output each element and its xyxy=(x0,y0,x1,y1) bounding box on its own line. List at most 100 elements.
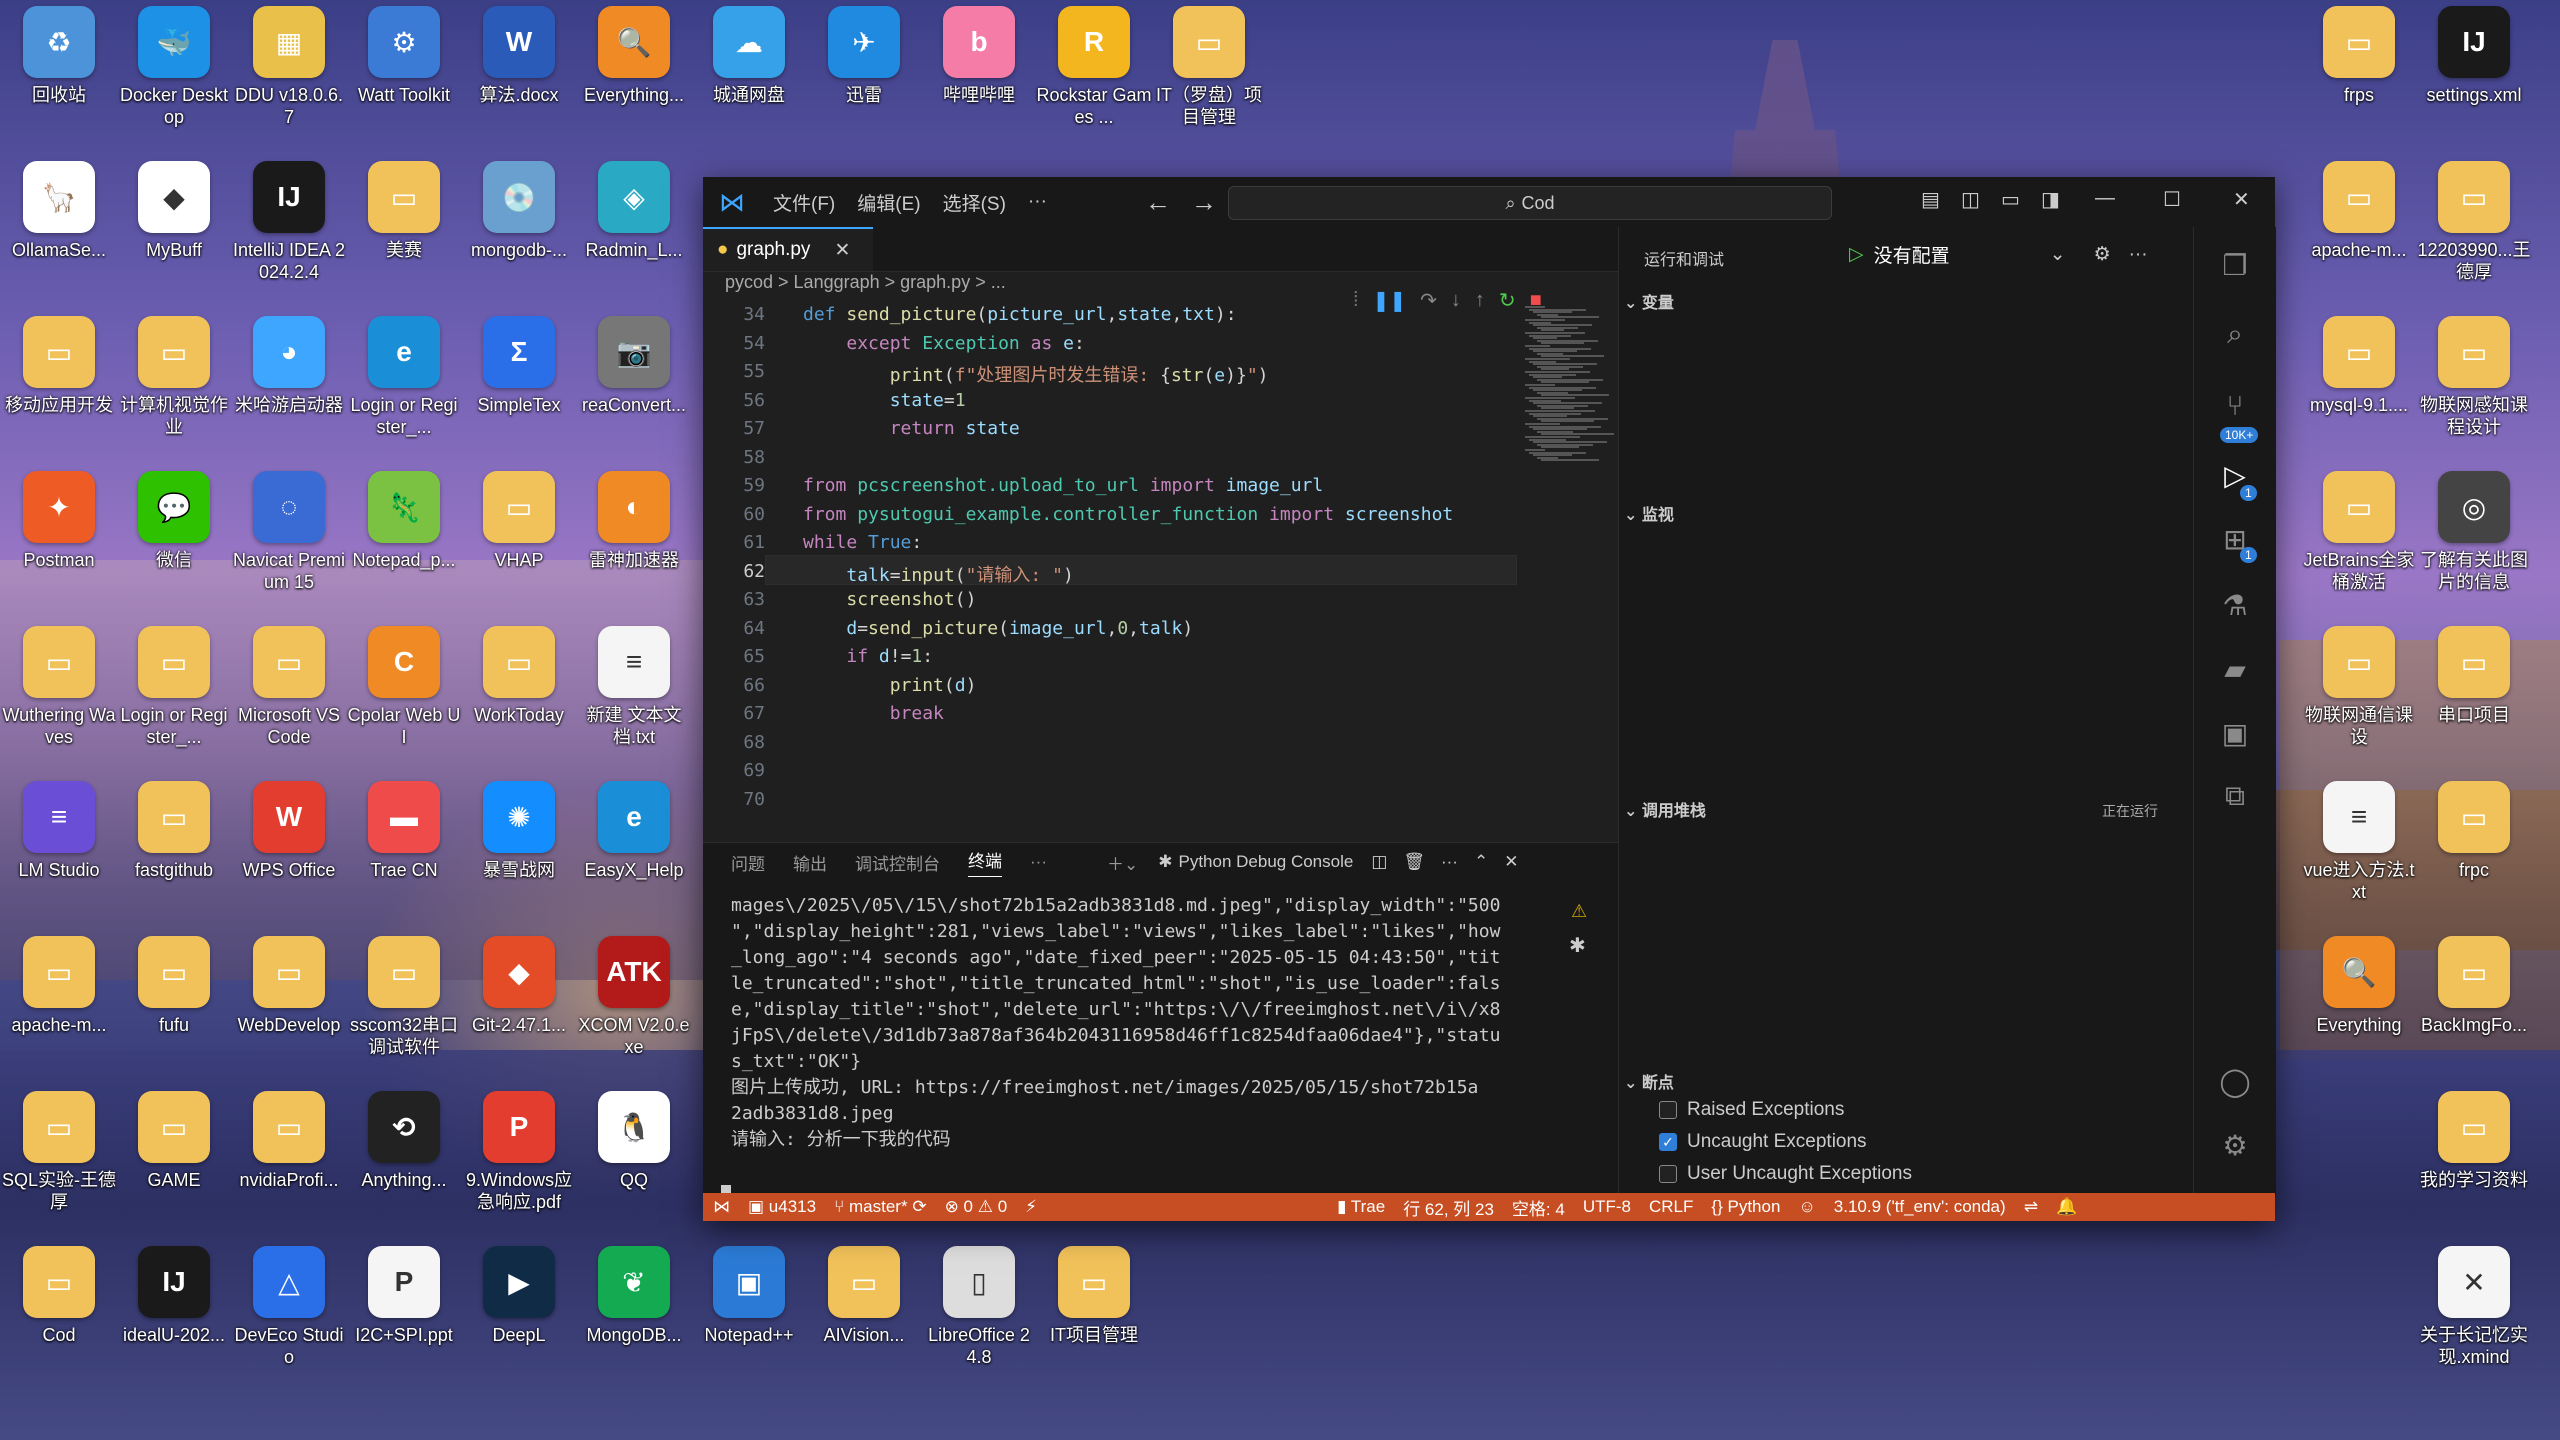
minimap[interactable] xyxy=(1521,302,1616,822)
status-problems[interactable]: ⊗ 0 ⚠ 0 xyxy=(945,1197,1008,1217)
breadcrumb[interactable]: pycod > Langgraph > graph.py > ... xyxy=(703,272,1618,300)
terminal-name[interactable]: Python Debug Console xyxy=(1178,852,1353,872)
desktop-icon[interactable]: ▭ apache-m... xyxy=(4,936,114,1086)
desktop-icon[interactable]: ▭ 物联网感知课程设计 xyxy=(2419,316,2529,466)
desktop-icon[interactable]: R Rockstar Games ... xyxy=(1036,6,1152,156)
code-line[interactable]: while True: xyxy=(803,532,922,553)
minimize-button[interactable]: — xyxy=(2095,187,2115,210)
warning-icon[interactable]: ⚠ xyxy=(1571,901,1587,922)
desktop-icon[interactable]: e EasyX_Help xyxy=(579,781,689,931)
code-line[interactable]: from pysutogui_example.controller_functi… xyxy=(803,504,1453,525)
code-line[interactable]: break xyxy=(803,703,944,724)
desktop-icon[interactable]: b 哔哩哔哩 xyxy=(924,6,1034,156)
desktop-icon[interactable]: ▭ nvidiaProfi... xyxy=(234,1091,344,1241)
debug-session-icon[interactable]: ✱ xyxy=(1569,933,1586,958)
code-line[interactable]: screenshot() xyxy=(803,589,976,610)
toggle-sidebar-icon[interactable]: ◫ xyxy=(1961,187,1980,212)
desktop-icon[interactable]: ≡ 新建 文本文档.txt xyxy=(579,626,689,776)
status-indent[interactable]: 空格: 4 xyxy=(1512,1195,1565,1220)
code-line[interactable]: state=1 xyxy=(803,390,966,411)
checkbox-checked[interactable]: ✓ xyxy=(1659,1133,1677,1151)
menu-selection[interactable]: 选择(S) xyxy=(935,185,1014,220)
desktop-icon[interactable]: ▭ fufu xyxy=(119,936,229,1086)
chevron-down-icon[interactable]: ⌄ xyxy=(2050,243,2066,266)
desktop-icon[interactable]: ▭ AIVision... xyxy=(809,1246,919,1396)
desktop-icon[interactable]: ❦ MongoDB... xyxy=(579,1246,689,1396)
desktop-icon[interactable]: C Cpolar Web UI xyxy=(348,626,460,776)
close-window-button[interactable]: ✕ xyxy=(2233,187,2250,212)
layout-customize-icon[interactable]: ▤ xyxy=(1921,187,1940,212)
debug-config-selector[interactable]: ▷ 没有配置 ⌄ ⚙ ··· xyxy=(1849,241,2148,268)
status-user[interactable]: ▣ u4313 xyxy=(748,1197,816,1217)
desktop-icon[interactable]: ◐ 雷神加速器 xyxy=(579,471,689,621)
more-actions-icon[interactable]: ··· xyxy=(1441,852,1458,872)
desktop-icon[interactable]: ☁ 城通网盘 xyxy=(694,6,804,156)
section-watch[interactable]: ⌄ 监视 xyxy=(1624,501,1674,525)
desktop-icon[interactable]: ✈ 迅雷 xyxy=(809,6,919,156)
desktop-icon[interactable]: W 算法.docx xyxy=(464,6,574,156)
desktop-icon[interactable]: ▭ VHAP xyxy=(464,471,574,621)
desktop-icon[interactable]: ◆ MyBuff xyxy=(119,161,229,311)
desktop-icon[interactable]: ▭ WorkToday xyxy=(464,626,574,776)
desktop-icon[interactable]: ⚙ Watt Toolkit xyxy=(349,6,459,156)
start-debug-icon[interactable]: ▷ xyxy=(1849,243,1864,266)
desktop-icon[interactable]: W WPS Office xyxy=(234,781,344,931)
code-line[interactable]: print(f"处理图片时发生错误: {str(e)}") xyxy=(803,361,1269,387)
desktop-icon[interactable]: ▭ Microsoft VS Code xyxy=(234,626,344,776)
remote-icon[interactable]: ▰ xyxy=(2216,651,2254,689)
account-icon[interactable]: ◯ xyxy=(2216,1063,2254,1101)
command-center-search[interactable]: ⌕ Cod xyxy=(1228,186,1832,220)
code-line[interactable]: talk=input("请输入: ") xyxy=(803,561,1073,587)
desktop-icon[interactable]: ≡ LM Studio xyxy=(4,781,114,931)
bell-icon[interactable]: 🔔 xyxy=(2056,1197,2077,1217)
desktop-icon[interactable]: 🐳 Docker Desktop xyxy=(119,6,229,156)
back-arrow-icon[interactable]: ← xyxy=(1145,187,1171,218)
tab-output[interactable]: 输出 xyxy=(793,850,827,875)
desktop-icon[interactable]: ◕ 米哈游启动器 xyxy=(234,316,344,466)
checkbox[interactable] xyxy=(1659,1165,1677,1183)
desktop-icon[interactable]: △ DevEco Studio xyxy=(234,1246,344,1396)
desktop-icon[interactable]: ▭ 串口项目 xyxy=(2419,626,2529,776)
source-control-icon[interactable]: ⑂ xyxy=(2216,387,2254,425)
desktop-icon[interactable]: ▣ Notepad++ xyxy=(694,1246,804,1396)
desktop-icon[interactable]: IJ idealU-202... xyxy=(119,1246,229,1396)
code-editor[interactable]: 34 def send_picture(picture_url,state,txt… xyxy=(703,302,1518,822)
desktop-icon[interactable]: Σ SimpleTex xyxy=(464,316,574,466)
code-line[interactable]: d=send_picture(image_url,0,talk) xyxy=(803,618,1193,639)
desktop-icon[interactable]: 💿 mongodb-... xyxy=(464,161,574,311)
desktop-icon[interactable]: ▭ fastgithub xyxy=(119,781,229,931)
desktop-icon[interactable]: ▭ SQL实验-王德厚 xyxy=(2,1091,116,1241)
desktop-icon[interactable]: 📷 reaConvert... xyxy=(579,316,689,466)
status-eol[interactable]: CRLF xyxy=(1649,1197,1693,1217)
tab-debug-console[interactable]: 调试控制台 xyxy=(855,850,940,875)
section-variables[interactable]: ⌄ 变量 xyxy=(1624,289,1674,313)
menu-file[interactable]: 文件(F) xyxy=(765,185,843,220)
forward-arrow-icon[interactable]: → xyxy=(1191,187,1217,218)
code-line[interactable]: print(d) xyxy=(803,675,977,696)
desktop-icon[interactable]: 🦎 Notepad_p... xyxy=(349,471,459,621)
code-line[interactable]: if d!=1: xyxy=(803,646,933,667)
desktop-icon[interactable]: ▬ Trae CN xyxy=(349,781,459,931)
settings-gear-icon[interactable]: ⚙ xyxy=(2216,1127,2254,1165)
desktop-icon[interactable]: ♻ 回收站 xyxy=(4,6,114,156)
desktop-icon[interactable]: ▭ GAME xyxy=(119,1091,229,1241)
code-line[interactable]: except Exception as e: xyxy=(803,333,1084,354)
desktop-icon[interactable]: e Login or Register_... xyxy=(349,316,459,466)
tab-more[interactable]: ··· xyxy=(1030,852,1047,872)
desktop-icon[interactable]: ▭ 物联网通信课设 xyxy=(2304,626,2414,776)
docker-icon[interactable]: ▣ xyxy=(2216,715,2254,753)
desktop-icon[interactable]: ▭ mysql-9.1.... xyxy=(2304,316,2414,466)
close-tab-icon[interactable]: ✕ xyxy=(834,239,850,262)
plugin-icon[interactable]: ⧉ xyxy=(2216,777,2254,815)
status-branch[interactable]: ⑂ master* ⟳ xyxy=(834,1197,926,1217)
code-line[interactable]: return state xyxy=(803,418,1020,439)
desktop-icon[interactable]: ✕ 关于长记忆实现.xmind xyxy=(2419,1246,2529,1396)
breakpoint-raised[interactable]: Raised Exceptions xyxy=(1659,1099,1844,1121)
menu-more[interactable]: ··· xyxy=(1020,187,1055,217)
desktop-icon[interactable]: ▭ WebDevelop xyxy=(234,936,344,1086)
desktop-icon[interactable]: ▭ frpc xyxy=(2419,781,2529,931)
search-icon[interactable]: ⌕ xyxy=(2216,315,2254,353)
section-call-stack[interactable]: ⌄ 调用堆栈 xyxy=(1624,797,1706,821)
desktop-icon[interactable]: ▭ 美赛 xyxy=(349,161,459,311)
desktop-icon[interactable]: ▭ sscom32串口调试软件 xyxy=(349,936,459,1086)
